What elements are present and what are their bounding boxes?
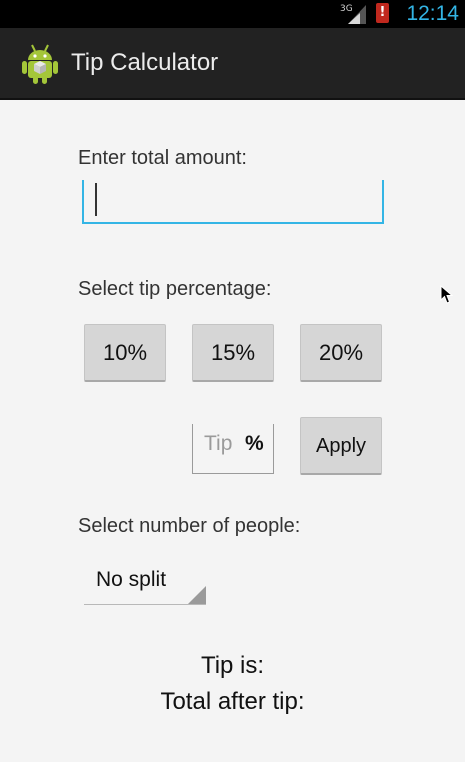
tip-15-button[interactable]: 15% xyxy=(192,324,274,382)
tip-percentage-label: Select tip percentage: xyxy=(78,278,272,300)
tip-result: Tip is: xyxy=(200,652,265,679)
main-content: Enter total amount: Select tip percentag… xyxy=(0,100,465,762)
android-robot-icon xyxy=(22,44,58,84)
people-label: Select number of people: xyxy=(78,515,301,537)
tip-20-button[interactable]: 20% xyxy=(300,324,382,382)
custom-tip-input[interactable]: Tip % xyxy=(192,424,274,474)
status-clock: 12:14 xyxy=(406,2,459,25)
custom-tip-placeholder: Tip xyxy=(204,432,233,455)
app-title: Tip Calculator xyxy=(71,49,219,76)
action-bar: Tip Calculator xyxy=(0,28,465,100)
apply-button[interactable]: Apply xyxy=(300,417,382,475)
people-selected-value: No split xyxy=(96,568,167,591)
status-bar: 3G ! 12:14 xyxy=(0,0,465,28)
network-type-label: 3G xyxy=(340,4,353,14)
total-result: Total after tip: xyxy=(160,688,305,715)
signal-3g-icon: 3G xyxy=(340,4,366,24)
alert-mark: ! xyxy=(379,5,386,20)
mouse-pointer-icon xyxy=(440,285,454,304)
percent-suffix: % xyxy=(245,432,264,455)
alert-icon: ! xyxy=(376,3,389,23)
tip-10-button[interactable]: 10% xyxy=(84,324,166,382)
spinner-arrow-icon xyxy=(188,586,206,604)
text-cursor xyxy=(95,183,97,216)
amount-input[interactable] xyxy=(82,180,384,224)
amount-label: Enter total amount: xyxy=(78,147,247,169)
people-spinner[interactable]: No split xyxy=(84,562,206,605)
